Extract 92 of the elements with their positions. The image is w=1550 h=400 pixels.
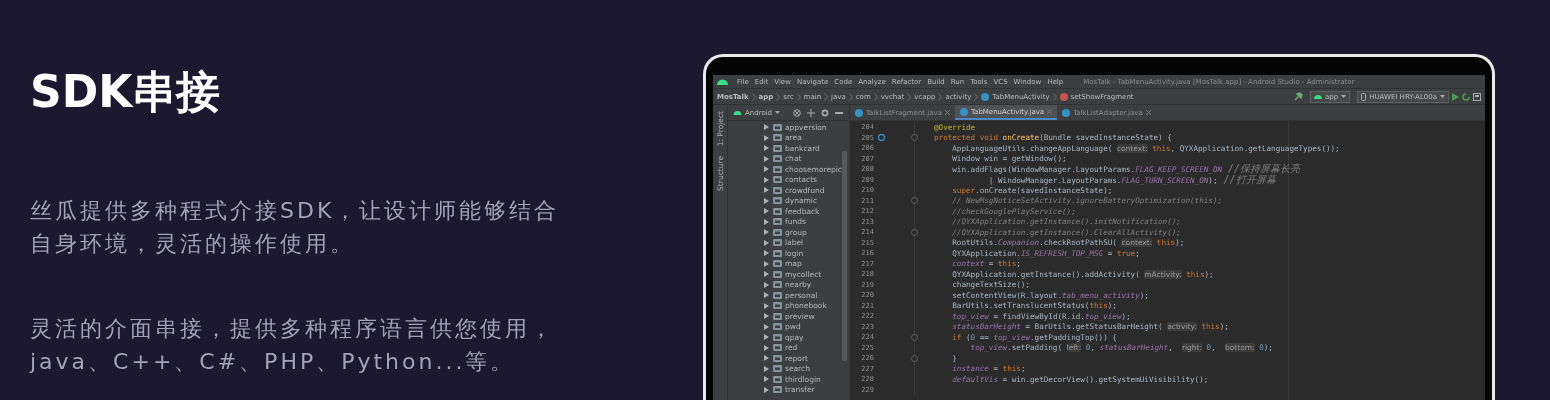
folder-icon (773, 333, 782, 341)
folder-icon (773, 344, 782, 352)
expand-arrow-icon[interactable] (764, 271, 769, 278)
folder-icon (773, 291, 782, 299)
rerun-icon[interactable] (1462, 92, 1470, 101)
class-icon (959, 107, 968, 116)
class-icon (1062, 108, 1071, 117)
expand-arrow-icon[interactable] (764, 134, 769, 141)
expand-arrow-icon[interactable] (764, 218, 769, 225)
expand-arrow-icon[interactable] (764, 281, 769, 288)
expand-arrow-icon[interactable] (764, 355, 769, 362)
paragraph: 灵活的介面串接，提供多种程序语言供您使用，java、C++、C#、PHP、Python...等。 (30, 315, 556, 376)
expand-arrow-icon[interactable] (764, 155, 769, 162)
folder-icon (773, 239, 782, 247)
folder-icon (773, 134, 782, 142)
method-icon (1059, 92, 1068, 101)
run-icon[interactable] (1452, 92, 1459, 101)
class-icon (981, 92, 990, 101)
expand-arrow-icon[interactable] (764, 187, 769, 194)
expand-icon[interactable] (807, 108, 815, 117)
minimize-icon[interactable] (835, 111, 843, 114)
chevron-icon (824, 92, 829, 101)
paragraph: 丝瓜提供多种程式介接SDK，让设计师能够结合自身环境，灵活的操作使用。 (30, 197, 561, 258)
expand-arrow-icon[interactable] (764, 145, 769, 152)
folder-icon (773, 260, 782, 268)
chevron-icon (848, 92, 853, 101)
folder-icon (773, 207, 782, 215)
expand-arrow-icon[interactable] (764, 176, 769, 183)
expand-arrow-icon[interactable] (764, 260, 769, 267)
chevron-icon (974, 92, 979, 101)
expand-arrow-icon[interactable] (764, 208, 769, 215)
chevron-icon (938, 92, 943, 101)
scrollbar[interactable] (842, 151, 847, 361)
fold-marker-icon[interactable] (911, 228, 918, 236)
fold-marker-icon[interactable] (911, 354, 918, 362)
folder-icon (773, 270, 782, 278)
folder-icon (773, 354, 782, 362)
chevron-icon (873, 92, 878, 101)
folder-icon (773, 281, 782, 289)
folder-icon (773, 186, 782, 194)
folder-icon (773, 312, 782, 320)
expand-arrow-icon[interactable] (764, 197, 769, 204)
folder-icon (773, 375, 782, 383)
android-icon (733, 110, 742, 115)
expand-arrow-icon[interactable] (764, 313, 769, 320)
folder-icon (773, 323, 782, 331)
expand-arrow-icon[interactable] (764, 166, 769, 173)
heading: SDK串接 (30, 66, 222, 118)
settings-icon[interactable] (821, 108, 829, 117)
caret-icon (775, 111, 781, 114)
expand-arrow-icon[interactable] (764, 229, 769, 236)
fold-marker-icon[interactable] (911, 134, 918, 142)
locate-icon[interactable] (793, 108, 801, 117)
chevron-icon (776, 92, 781, 101)
expand-arrow-icon[interactable] (764, 376, 769, 383)
caret-icon (1440, 95, 1445, 98)
phone-icon (1361, 92, 1367, 101)
chevron-icon (751, 92, 756, 101)
folder-icon (773, 302, 782, 310)
profiler-icon[interactable] (1473, 92, 1481, 101)
folder-icon (773, 218, 782, 226)
class-icon (855, 108, 863, 117)
expand-arrow-icon[interactable] (764, 239, 769, 246)
android-icon (1314, 94, 1322, 99)
folder-icon (773, 228, 782, 236)
expand-arrow-icon[interactable] (764, 344, 769, 351)
expand-arrow-icon[interactable] (764, 365, 769, 372)
hammer-icon[interactable] (1294, 92, 1303, 101)
caret-icon (1341, 95, 1347, 98)
expand-arrow-icon[interactable] (764, 334, 769, 341)
chevron-icon (1052, 92, 1057, 101)
fold-marker-icon[interactable] (911, 333, 918, 341)
expand-arrow-icon[interactable] (764, 323, 769, 330)
folder-icon (773, 144, 782, 152)
folder-icon (773, 386, 782, 394)
folder-icon (773, 197, 782, 205)
folder-icon (773, 123, 782, 131)
folder-icon (773, 176, 782, 184)
override-marker-icon[interactable] (878, 134, 885, 142)
android-icon (717, 78, 728, 85)
folder-icon (773, 155, 782, 163)
fold-marker-icon[interactable] (911, 197, 918, 205)
chevron-icon (796, 92, 801, 101)
expand-arrow-icon[interactable] (764, 124, 769, 131)
folder-icon (773, 249, 782, 257)
folder-icon (773, 365, 782, 373)
folder-icon (773, 165, 782, 173)
expand-arrow-icon[interactable] (764, 250, 769, 257)
expand-arrow-icon[interactable] (764, 302, 769, 309)
expand-arrow-icon[interactable] (764, 292, 769, 299)
chevron-icon (907, 92, 912, 101)
expand-arrow-icon[interactable] (764, 386, 769, 393)
